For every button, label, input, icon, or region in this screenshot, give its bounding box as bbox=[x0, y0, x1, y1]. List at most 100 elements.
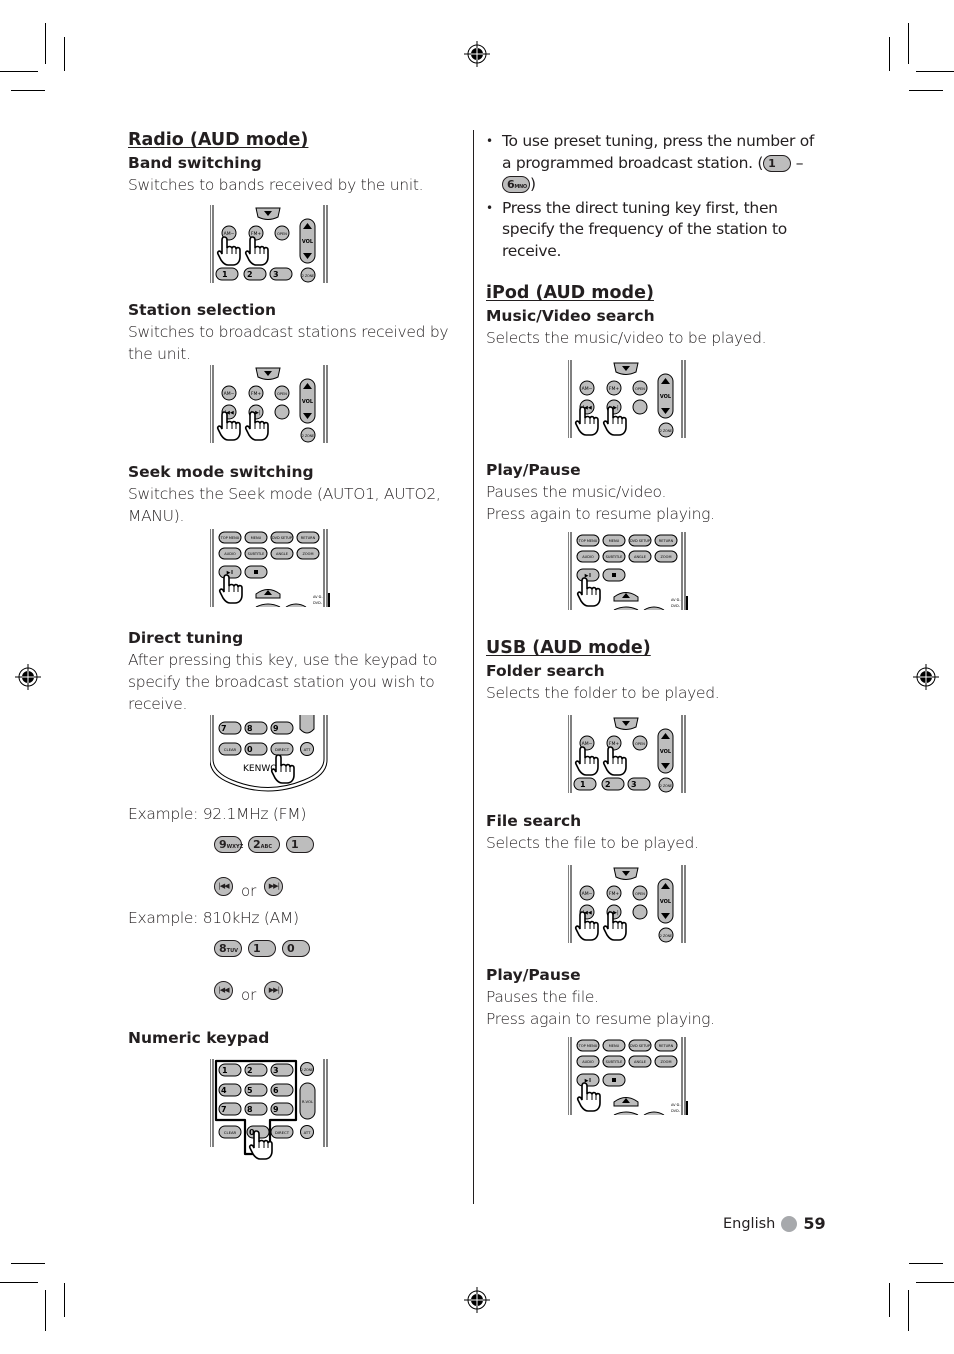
key-6: 6MNO bbox=[502, 176, 530, 193]
svg-text:3: 3 bbox=[273, 1066, 279, 1075]
svg-text:9: 9 bbox=[273, 1105, 279, 1114]
remote-illustration-file: |◀◀ ▶▶| bbox=[568, 865, 688, 943]
crop-mark bbox=[909, 1263, 943, 1264]
section-title-usb: USB (AUD mode) bbox=[486, 638, 651, 658]
seek-mode-title: Seek mode switching bbox=[128, 463, 314, 481]
page-number: 59 bbox=[803, 1214, 826, 1233]
crop-mark bbox=[0, 1282, 38, 1283]
svg-text:2: 2 bbox=[605, 780, 611, 789]
crop-mark bbox=[908, 1290, 909, 1331]
section-title-ipod: iPod (AUD mode) bbox=[486, 283, 654, 303]
crop-mark bbox=[11, 90, 45, 91]
station-selection-desc: Switches to broadcast stations received … bbox=[128, 323, 449, 363]
seek-mode-desc: Switches the Seek mode (AUTO1, AUTO2, MA… bbox=[128, 485, 441, 525]
direct-tuning-title: Direct tuning bbox=[128, 629, 244, 647]
registration-mark-icon bbox=[464, 41, 490, 67]
registration-mark-icon bbox=[15, 664, 41, 690]
remote-illustration-ipod-play bbox=[568, 532, 689, 610]
crop-mark bbox=[916, 71, 954, 72]
svg-text:3: 3 bbox=[631, 780, 637, 789]
svg-text:7: 7 bbox=[221, 724, 227, 733]
file-search-title: File search bbox=[486, 812, 582, 830]
folder-search-desc: Selects the folder to be played. bbox=[486, 684, 720, 702]
example-fm-label: Example: 92.1MHz (FM) bbox=[128, 805, 307, 823]
or-label: or bbox=[241, 986, 257, 1004]
bullet-preset-tuning: To use preset tuning, press the number o… bbox=[486, 131, 816, 196]
crop-mark bbox=[45, 23, 46, 64]
remote-illustration-keypad: 1 2 3 4 5 6 7 8 9 0 CLEAR DIRECT 2 ZONE … bbox=[210, 1059, 330, 1164]
svg-text:CLEAR: CLEAR bbox=[224, 747, 237, 752]
key-1: 1 bbox=[763, 154, 792, 172]
svg-text:2 ZONE: 2 ZONE bbox=[301, 1068, 313, 1072]
crop-mark bbox=[11, 1263, 45, 1264]
example-am-keys: 8TUV 1 0 bbox=[214, 933, 458, 963]
ipod-play-pause-desc2: Press again to resume playing. bbox=[486, 505, 715, 523]
key-2: 2ABC bbox=[248, 835, 280, 853]
key-8: 8TUV bbox=[214, 939, 242, 957]
svg-text:2: 2 bbox=[247, 270, 253, 279]
usb-play-pause-title: Play/Pause bbox=[486, 966, 581, 984]
remote-illustration-direct: 7 8 9 CLEAR 0 DIRECT ATT KENWO bbox=[210, 715, 330, 795]
svg-text:8: 8 bbox=[247, 724, 253, 733]
svg-text:6: 6 bbox=[273, 1086, 279, 1095]
example-am-label: Example: 810kHz (AM) bbox=[128, 909, 299, 927]
crop-mark bbox=[64, 1283, 65, 1317]
svg-text:4: 4 bbox=[221, 1086, 227, 1095]
seek-forward-icon: ▶▶| bbox=[264, 980, 284, 1000]
or-label: or bbox=[241, 882, 257, 900]
svg-text:DIRECT: DIRECT bbox=[275, 1130, 290, 1135]
right-column: To use preset tuning, press the number o… bbox=[486, 131, 816, 1115]
example-am-seek: |◀◀ or ▶▶| bbox=[214, 975, 458, 1005]
remote-illustration-folder: 1 2 3 bbox=[568, 715, 688, 793]
file-search-desc: Selects the file to be played. bbox=[486, 834, 699, 852]
example-fm-seek: |◀◀ or ▶▶| bbox=[214, 871, 458, 901]
svg-text:ATT: ATT bbox=[304, 1130, 312, 1135]
svg-text:CLEAR: CLEAR bbox=[224, 1130, 237, 1135]
seek-back-icon: |◀◀ bbox=[214, 980, 233, 1000]
band-switching-title: Band switching bbox=[128, 154, 262, 172]
svg-text:2: 2 bbox=[247, 1066, 253, 1075]
remote-illustration-usb-play bbox=[568, 1037, 689, 1115]
svg-text:ATT: ATT bbox=[304, 747, 312, 752]
band-switching-desc: Switches to bands received by the unit. bbox=[128, 176, 424, 194]
music-video-search-desc: Selects the music/video to be played. bbox=[486, 329, 767, 347]
tuning-bullets: To use preset tuning, press the number o… bbox=[486, 131, 816, 262]
svg-text:0: 0 bbox=[247, 745, 253, 754]
page-dot-icon bbox=[781, 1215, 798, 1232]
music-video-search-title: Music/Video search bbox=[486, 307, 655, 325]
crop-mark bbox=[909, 90, 943, 91]
folder-search-title: Folder search bbox=[486, 662, 605, 680]
example-fm-keys: 9WXYZ 2ABC 1 bbox=[214, 829, 458, 859]
remote-illustration-seek bbox=[210, 529, 331, 607]
usb-play-pause-desc2: Press again to resume playing. bbox=[486, 1010, 715, 1028]
left-column: Radio (AUD mode) Band switching Switches… bbox=[128, 128, 458, 1164]
crop-mark bbox=[64, 37, 65, 71]
seek-back-icon: |◀◀ bbox=[214, 876, 233, 896]
svg-text:1: 1 bbox=[580, 780, 586, 789]
svg-text:DIRECT: DIRECT bbox=[275, 747, 290, 752]
page-footer: English 59 bbox=[723, 1214, 826, 1233]
direct-tuning-desc: After pressing this key, use the keypad … bbox=[128, 651, 438, 713]
numeric-keypad-title: Numeric keypad bbox=[128, 1029, 270, 1047]
key-1: 1 bbox=[248, 939, 276, 957]
svg-text:1: 1 bbox=[222, 1066, 228, 1075]
station-selection-title: Station selection bbox=[128, 301, 276, 319]
crop-mark bbox=[889, 37, 890, 71]
crop-mark bbox=[908, 23, 909, 64]
ipod-play-pause-desc1: Pauses the music/video. bbox=[486, 483, 667, 501]
svg-text:9: 9 bbox=[273, 724, 279, 733]
remote-illustration-ipod-search: |◀◀ ▶▶| bbox=[568, 360, 688, 438]
remote-illustration-station: |◀◀ ▶▶| bbox=[210, 365, 330, 443]
svg-text:1: 1 bbox=[222, 270, 228, 279]
key-1: 1 bbox=[286, 835, 314, 853]
key-9: 9WXYZ bbox=[214, 835, 243, 853]
language-label: English bbox=[723, 1215, 776, 1232]
svg-text:R.VOL: R.VOL bbox=[302, 1099, 314, 1104]
svg-text:8: 8 bbox=[247, 1105, 253, 1114]
registration-mark-icon bbox=[913, 664, 939, 690]
svg-text:3: 3 bbox=[273, 270, 279, 279]
usb-play-pause-desc1: Pauses the file. bbox=[486, 988, 599, 1006]
crop-mark bbox=[0, 71, 38, 72]
bullet-direct-tuning: Press the direct tuning key first, then … bbox=[486, 198, 816, 263]
column-divider bbox=[473, 130, 474, 1204]
